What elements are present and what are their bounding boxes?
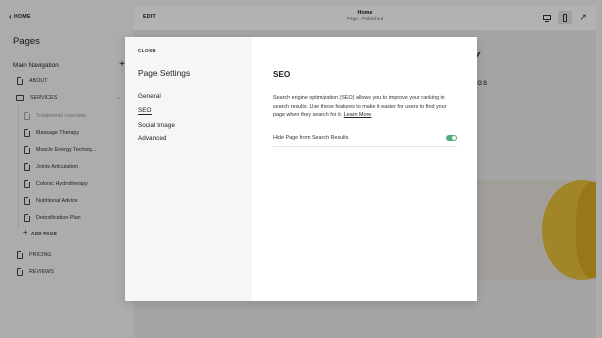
toggle-knob bbox=[452, 136, 456, 140]
seo-description: Search engine optimization (SEO) allows … bbox=[273, 94, 455, 120]
page-settings-tabs: General SEO Social Image Advanced bbox=[138, 93, 175, 149]
hide-from-search-row: Hide Page from Search Results bbox=[273, 133, 457, 147]
page-settings-modal: CLOSE Page Settings General SEO Social I… bbox=[125, 37, 477, 301]
seo-heading: SEO bbox=[273, 70, 291, 79]
tab-social-image[interactable]: Social Image bbox=[138, 122, 175, 129]
tab-general[interactable]: General bbox=[138, 93, 161, 100]
tab-seo[interactable]: SEO bbox=[138, 107, 152, 115]
hide-from-search-label: Hide Page from Search Results bbox=[273, 135, 349, 141]
close-button[interactable]: CLOSE bbox=[138, 49, 156, 54]
page-settings-sidebar: CLOSE Page Settings General SEO Social I… bbox=[125, 37, 252, 301]
hide-from-search-toggle[interactable] bbox=[446, 135, 457, 141]
learn-more-link[interactable]: Learn More bbox=[344, 112, 372, 118]
tab-advanced[interactable]: Advanced bbox=[138, 135, 166, 142]
page-settings-title: Page Settings bbox=[138, 68, 191, 78]
seo-panel: SEO Search engine optimization (SEO) all… bbox=[252, 37, 477, 301]
